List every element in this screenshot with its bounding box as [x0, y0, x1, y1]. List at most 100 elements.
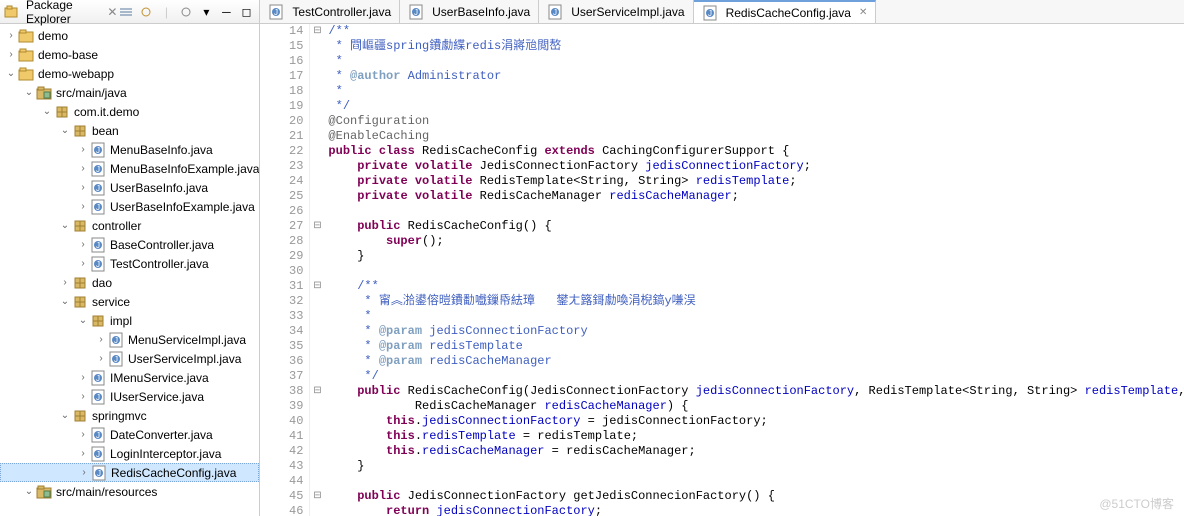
- code-line[interactable]: [328, 264, 1184, 279]
- code-line[interactable]: * 甯︽湁鍙傛暟鐨勫嚱鏁帋紶璋 鐢ㄤ簬鎶勮喚涓棿鎬у嗛洖: [328, 294, 1184, 309]
- tree-item-dateconverter-java[interactable]: ›JDateConverter.java: [0, 425, 259, 444]
- code-line[interactable]: /**: [328, 24, 1184, 39]
- fold-toggle-icon[interactable]: ⊟: [310, 384, 324, 399]
- tree-item-iuserservice-java[interactable]: ›JIUserService.java: [0, 387, 259, 406]
- code-line[interactable]: /**: [328, 279, 1184, 294]
- view-menu-icon[interactable]: ▾: [197, 3, 215, 21]
- chevron-down-icon[interactable]: ⌄: [22, 486, 36, 497]
- chevron-right-icon[interactable]: ›: [76, 163, 90, 174]
- tree-item-src-main-resources[interactable]: ⌄src/main/resources: [0, 482, 259, 501]
- chevron-right-icon[interactable]: ›: [77, 467, 91, 478]
- chevron-right-icon[interactable]: ›: [94, 334, 108, 345]
- chevron-right-icon[interactable]: ›: [76, 448, 90, 459]
- chevron-down-icon[interactable]: ⌄: [76, 315, 90, 326]
- chevron-right-icon[interactable]: ›: [58, 277, 72, 288]
- fold-toggle-icon[interactable]: ⊟: [310, 24, 324, 39]
- tree-item-demo[interactable]: ›demo: [0, 26, 259, 45]
- chevron-right-icon[interactable]: ›: [94, 353, 108, 364]
- code-line[interactable]: }: [328, 459, 1184, 474]
- tab-testcontroller-java[interactable]: JTestController.java: [260, 0, 400, 23]
- tree-item-menubaseinfoexample-java[interactable]: ›JMenuBaseInfoExample.java: [0, 159, 259, 178]
- chevron-right-icon[interactable]: ›: [76, 239, 90, 250]
- code-line[interactable]: */: [328, 369, 1184, 384]
- code-line[interactable]: RedisCacheManager redisCacheManager) {: [328, 399, 1184, 414]
- code-line[interactable]: *: [328, 309, 1184, 324]
- chevron-right-icon[interactable]: ›: [76, 429, 90, 440]
- code-line[interactable]: return jedisConnectionFactory;: [328, 504, 1184, 516]
- chevron-down-icon[interactable]: ⌄: [4, 68, 18, 79]
- tree-item-bean[interactable]: ⌄bean: [0, 121, 259, 140]
- tree-item-imenuservice-java[interactable]: ›JIMenuService.java: [0, 368, 259, 387]
- code-line[interactable]: private volatile RedisTemplate<String, S…: [328, 174, 1184, 189]
- tab-userserviceimpl-java[interactable]: JUserServiceImpl.java: [539, 0, 693, 23]
- code-line[interactable]: this.jedisConnectionFactory = jedisConne…: [328, 414, 1184, 429]
- code-line[interactable]: private volatile RedisCacheManager redis…: [328, 189, 1184, 204]
- tree-item-testcontroller-java[interactable]: ›JTestController.java: [0, 254, 259, 273]
- chevron-down-icon[interactable]: ⌄: [58, 220, 72, 231]
- code-line[interactable]: private volatile JedisConnectionFactory …: [328, 159, 1184, 174]
- chevron-down-icon[interactable]: ⌄: [40, 106, 54, 117]
- code-line[interactable]: [328, 474, 1184, 489]
- code-line[interactable]: * @param redisTemplate: [328, 339, 1184, 354]
- fold-column[interactable]: ⊟ ⊟ ⊟ ⊟ ⊟: [310, 24, 324, 516]
- chevron-right-icon[interactable]: ›: [4, 30, 18, 41]
- code-content[interactable]: /** * 閰嶇疆spring鐨勮緤redis涓嶈兘閲嶅 * * @author…: [324, 24, 1184, 516]
- code-line[interactable]: }: [328, 249, 1184, 264]
- code-line[interactable]: @Configuration: [328, 114, 1184, 129]
- fold-toggle-icon[interactable]: ⊟: [310, 219, 324, 234]
- link-editor-icon[interactable]: [137, 3, 155, 21]
- tree-item-dao[interactable]: ›dao: [0, 273, 259, 292]
- focus-task-icon[interactable]: [177, 3, 195, 21]
- tab-rediscacheconfig-java[interactable]: JRedisCacheConfig.java✕: [694, 0, 877, 23]
- tree-item-service[interactable]: ⌄service: [0, 292, 259, 311]
- code-line[interactable]: public class RedisCacheConfig extends Ca…: [328, 144, 1184, 159]
- code-line[interactable]: public RedisCacheConfig() {: [328, 219, 1184, 234]
- close-view-icon[interactable]: ✕: [107, 5, 117, 19]
- chevron-right-icon[interactable]: ›: [76, 372, 90, 383]
- tree-item-logininterceptor-java[interactable]: ›JLoginInterceptor.java: [0, 444, 259, 463]
- tab-userbaseinfo-java[interactable]: JUserBaseInfo.java: [400, 0, 539, 23]
- tree-item-menuserviceimpl-java[interactable]: ›JMenuServiceImpl.java: [0, 330, 259, 349]
- chevron-right-icon[interactable]: ›: [76, 391, 90, 402]
- code-line[interactable]: @EnableCaching: [328, 129, 1184, 144]
- code-editor[interactable]: 1415161718192021222324252627282930313233…: [260, 24, 1184, 516]
- tree-item-basecontroller-java[interactable]: ›JBaseController.java: [0, 235, 259, 254]
- tree-item-src-main-java[interactable]: ⌄src/main/java: [0, 83, 259, 102]
- tree-item-demo-webapp[interactable]: ⌄demo-webapp: [0, 64, 259, 83]
- minimize-icon[interactable]: ─: [217, 3, 235, 21]
- tree-item-com-it-demo[interactable]: ⌄com.it.demo: [0, 102, 259, 121]
- code-line[interactable]: [328, 204, 1184, 219]
- code-line[interactable]: public RedisCacheConfig(JedisConnectionF…: [328, 384, 1184, 399]
- tree-item-menubaseinfo-java[interactable]: ›JMenuBaseInfo.java: [0, 140, 259, 159]
- collapse-all-icon[interactable]: [117, 3, 135, 21]
- code-line[interactable]: * @param redisCacheManager: [328, 354, 1184, 369]
- chevron-down-icon[interactable]: ⌄: [22, 87, 36, 98]
- code-line[interactable]: public JedisConnectionFactory getJedisCo…: [328, 489, 1184, 504]
- tree-item-impl[interactable]: ⌄impl: [0, 311, 259, 330]
- close-icon[interactable]: ✕: [859, 7, 867, 18]
- chevron-down-icon[interactable]: ⌄: [58, 410, 72, 421]
- chevron-right-icon[interactable]: ›: [76, 144, 90, 155]
- code-line[interactable]: this.redisTemplate = redisTemplate;: [328, 429, 1184, 444]
- code-line[interactable]: *: [328, 54, 1184, 69]
- chevron-down-icon[interactable]: ⌄: [58, 296, 72, 307]
- chevron-down-icon[interactable]: ⌄: [58, 125, 72, 136]
- tree-item-userserviceimpl-java[interactable]: ›JUserServiceImpl.java: [0, 349, 259, 368]
- code-line[interactable]: * 閰嶇疆spring鐨勮緤redis涓嶈兘閲嶅: [328, 39, 1184, 54]
- chevron-right-icon[interactable]: ›: [76, 182, 90, 193]
- chevron-right-icon[interactable]: ›: [76, 258, 90, 269]
- fold-toggle-icon[interactable]: ⊟: [310, 489, 324, 504]
- code-line[interactable]: this.redisCacheManager = redisCacheManag…: [328, 444, 1184, 459]
- code-line[interactable]: *: [328, 84, 1184, 99]
- tree-item-userbaseinfo-java[interactable]: ›JUserBaseInfo.java: [0, 178, 259, 197]
- tree-item-controller[interactable]: ⌄controller: [0, 216, 259, 235]
- tree-item-springmvc[interactable]: ⌄springmvc: [0, 406, 259, 425]
- code-line[interactable]: super();: [328, 234, 1184, 249]
- code-line[interactable]: * @param jedisConnectionFactory: [328, 324, 1184, 339]
- chevron-right-icon[interactable]: ›: [76, 201, 90, 212]
- tree-item-rediscacheconfig-java[interactable]: ›JRedisCacheConfig.java: [0, 463, 259, 482]
- code-line[interactable]: */: [328, 99, 1184, 114]
- maximize-icon[interactable]: ◻: [237, 3, 255, 21]
- tree-item-demo-base[interactable]: ›demo-base: [0, 45, 259, 64]
- fold-toggle-icon[interactable]: ⊟: [310, 279, 324, 294]
